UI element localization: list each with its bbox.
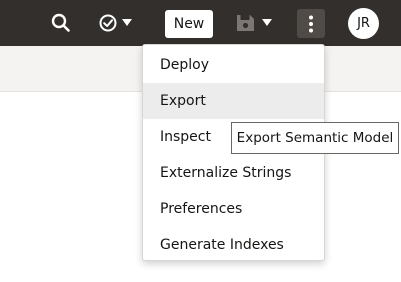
menu-item-preferences[interactable]: Preferences bbox=[143, 191, 324, 227]
menu-item-export[interactable]: Export bbox=[143, 83, 324, 119]
top-toolbar: New JR bbox=[0, 0, 401, 46]
new-button[interactable]: New bbox=[165, 10, 213, 38]
export-tooltip: Export Semantic Model bbox=[231, 122, 399, 154]
more-vertical-icon bbox=[309, 15, 313, 32]
menu-item-externalize-strings[interactable]: Externalize Strings bbox=[143, 155, 324, 191]
user-avatar[interactable]: JR bbox=[348, 8, 379, 39]
check-circle-icon bbox=[99, 14, 132, 32]
more-options-button[interactable] bbox=[297, 9, 325, 38]
search-icon[interactable] bbox=[48, 11, 74, 35]
check-circle-dropdown[interactable] bbox=[98, 11, 136, 35]
save-dropdown[interactable] bbox=[234, 11, 276, 35]
menu-item-deploy[interactable]: Deploy bbox=[143, 47, 324, 83]
save-icon bbox=[237, 15, 272, 31]
menu-item-generate-indexes[interactable]: Generate Indexes bbox=[143, 227, 324, 263]
